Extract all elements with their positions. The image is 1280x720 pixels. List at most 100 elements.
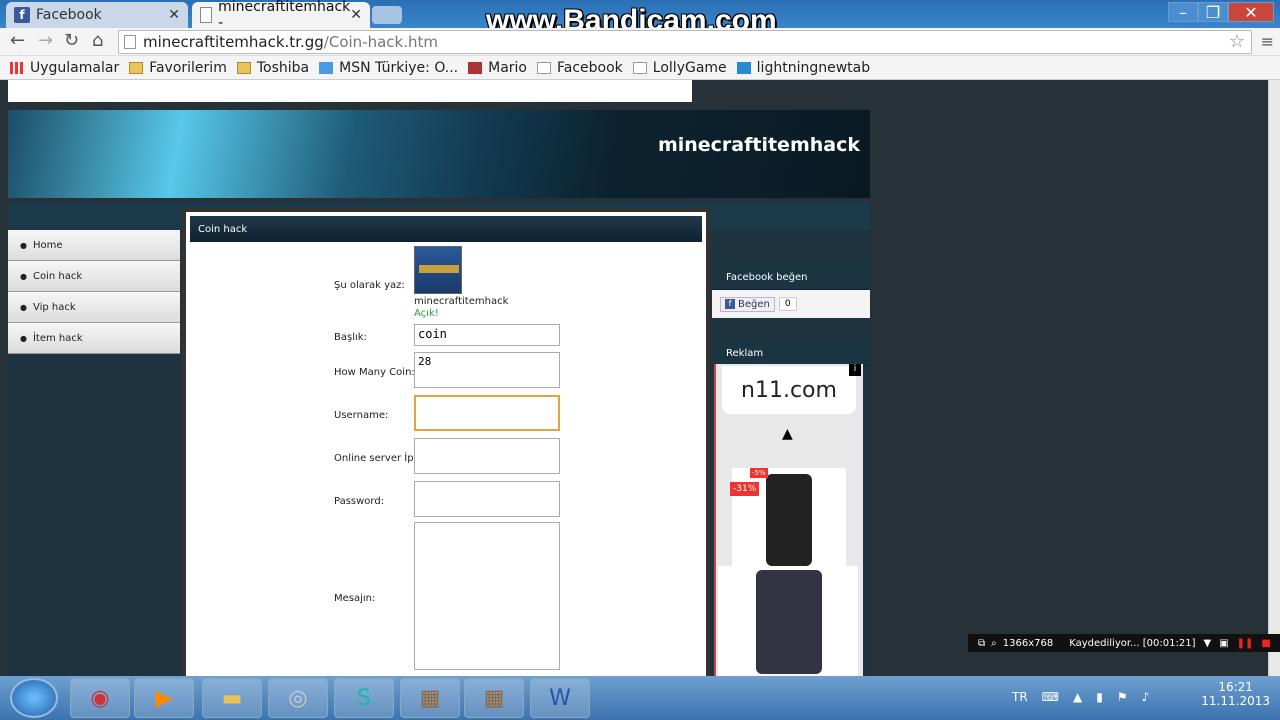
browser-tabstrip: f Facebook ✕ minecraftitemhack - ✕ www.B… — [0, 0, 1280, 37]
bookmark-label: lightningnewtab — [756, 59, 871, 76]
minecraft-taskbar-icon[interactable]: ▦ — [464, 678, 524, 718]
site-title: minecraftitemhack — [657, 134, 860, 156]
facebook-icon: f — [725, 299, 735, 309]
discount-badge: -5% — [750, 468, 768, 478]
nav-item-hack[interactable]: ● İtem hack — [8, 323, 180, 354]
message-label: Mesajın: — [334, 593, 376, 604]
advertisement[interactable]: n11.com i ▲ -31% -5% — [714, 364, 863, 676]
home-icon[interactable]: ⌂ — [92, 30, 103, 51]
address-path: /Coin-hack.htm — [323, 33, 438, 51]
coin-label: How Many Coin: — [334, 367, 415, 378]
facebook-icon: f — [14, 7, 30, 23]
bookmark-favorilerim[interactable]: Favorilerim — [129, 60, 227, 76]
close-tab-icon[interactable]: ✕ — [350, 7, 362, 23]
time-text: 16:21 — [1218, 680, 1253, 694]
clock[interactable]: 16:21 11.11.2013 — [1201, 680, 1270, 708]
password-field[interactable] — [414, 481, 560, 517]
folder-taskbar-icon[interactable]: ▬ — [202, 678, 262, 718]
camera-icon[interactable]: ▣ — [1219, 638, 1228, 649]
bullet-icon: ● — [20, 333, 27, 343]
volume-icon[interactable]: ♪ — [1142, 690, 1150, 704]
word-taskbar-icon[interactable]: W — [530, 678, 590, 718]
bookmark-msn[interactable]: MSN Türkiye: O... — [319, 60, 458, 76]
bullet-icon: ● — [20, 271, 27, 281]
bookmark-facebook[interactable]: Facebook — [537, 60, 623, 76]
bookmark-label: Uygulamalar — [30, 59, 120, 76]
like-label: Beğen — [738, 298, 770, 310]
nav-label: İtem hack — [32, 332, 83, 344]
avatar — [414, 246, 462, 294]
bookmarks-bar: Uygulamalar Favorilerim Toshiba MSN Türk… — [0, 56, 1280, 80]
address-bar[interactable]: minecraftitemhack.tr.gg/Coin-hack.htm ☆ — [118, 30, 1252, 54]
message-textarea[interactable] — [414, 522, 560, 670]
bookmark-lightningnewtab[interactable]: lightningnewtab — [736, 59, 871, 76]
minecraft-taskbar-icon[interactable]: ▦ — [400, 678, 460, 718]
nav-vip-hack[interactable]: ● Vip hack — [8, 292, 180, 323]
pause-icon[interactable]: ❚❚ — [1237, 638, 1254, 649]
bookmark-lollygame[interactable]: LollyGame — [632, 60, 727, 76]
back-icon[interactable]: ← — [10, 30, 25, 51]
nav-label: Home — [32, 239, 63, 251]
app-taskbar-icon[interactable]: ◎ — [268, 678, 328, 718]
bookmark-label: Favorilerim — [149, 59, 227, 76]
bullet-icon: ● — [20, 240, 27, 250]
language-indicator[interactable]: TR — [1012, 690, 1028, 704]
tab-facebook[interactable]: f Facebook ✕ — [6, 2, 188, 28]
bookmark-label: Toshiba — [256, 59, 310, 76]
forward-icon[interactable]: → — [38, 30, 53, 51]
nav-home[interactable]: ● Home — [8, 230, 180, 261]
menu-icon[interactable]: ≡ — [1261, 32, 1274, 51]
msn-icon — [319, 61, 334, 74]
media-taskbar-icon[interactable]: ▶ — [134, 678, 194, 718]
maximize-button[interactable]: ❐ — [1198, 2, 1228, 22]
panel-title: Coin hack — [190, 216, 702, 242]
apps-grid-icon — [10, 61, 24, 74]
site-header: minecraftitemhack — [8, 110, 870, 198]
stop-icon[interactable]: ■ — [1261, 638, 1270, 649]
avatar-banner — [419, 265, 459, 273]
dropdown-icon[interactable]: ▼ — [1204, 638, 1212, 649]
page-icon — [200, 7, 213, 23]
site-nav: ● Home ● Coin hack ● Vip hack ● İtem hack — [8, 230, 180, 676]
start-button[interactable] — [10, 678, 58, 718]
ad-title: Reklam — [712, 340, 870, 366]
flag-icon[interactable]: ⚑ — [1117, 690, 1128, 704]
phone-icon — [766, 474, 812, 566]
discount-badge: -31% — [730, 482, 760, 496]
coin-textarea[interactable]: 28 — [414, 352, 560, 388]
chrome-taskbar-icon[interactable]: ◉ — [70, 678, 130, 718]
server-ip-field[interactable] — [414, 438, 560, 474]
like-button[interactable]: f Beğen — [720, 296, 775, 312]
bookmark-star-icon[interactable]: ☆ — [1229, 31, 1245, 53]
bookmark-toshiba[interactable]: Toshiba — [236, 59, 310, 76]
top-banner — [8, 80, 692, 102]
username-field[interactable] — [414, 395, 560, 431]
skype-taskbar-icon[interactable]: S — [334, 678, 394, 718]
nav-coin-hack[interactable]: ● Coin hack — [8, 261, 180, 292]
tray-expand-icon[interactable]: ▲ — [1073, 690, 1082, 704]
mario-icon — [468, 61, 483, 74]
resolution-text: 1366x768 — [1002, 637, 1054, 649]
close-tab-icon[interactable]: ✕ — [168, 7, 180, 23]
scroll-up-icon[interactable]: ▲ — [782, 426, 793, 442]
reload-icon[interactable]: ↻ — [64, 30, 79, 51]
ad-logo[interactable]: n11.com — [722, 366, 856, 414]
close-window-button[interactable]: ✕ — [1228, 2, 1274, 22]
bookmark-mario[interactable]: Mario — [468, 60, 527, 76]
title-input[interactable]: coin — [414, 324, 560, 346]
bookmark-apps[interactable]: Uygulamalar — [10, 60, 119, 76]
lightning-icon — [736, 61, 751, 74]
ad-product-image[interactable] — [718, 566, 858, 676]
new-tab-button[interactable] — [372, 6, 402, 24]
username-label: Username: — [334, 410, 389, 421]
facebook-like-title: Facebook beğen — [712, 264, 870, 290]
info-icon[interactable]: i — [849, 364, 861, 376]
page-scrollbar[interactable] — [1268, 80, 1280, 676]
window-icon: ⧉ — [978, 637, 986, 649]
network-icon[interactable]: ▮ — [1096, 690, 1103, 704]
keyboard-icon[interactable]: ⌨ — [1042, 690, 1059, 704]
page-icon — [124, 35, 136, 49]
minimize-button[interactable]: – — [1168, 2, 1198, 22]
tab-minecraftitemhack[interactable]: minecraftitemhack - ✕ — [192, 0, 370, 31]
